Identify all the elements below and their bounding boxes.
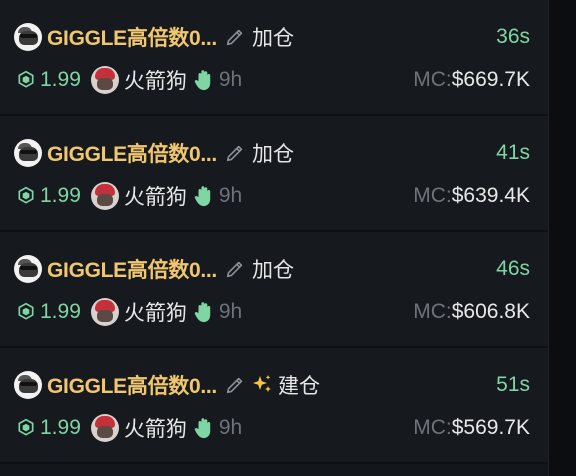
trader-name[interactable]: 火箭狗 <box>124 181 187 211</box>
market-cap-value: $639.4K <box>451 184 530 207</box>
trade-card[interactable]: GIGGLE高倍数0... 加仓 41s 1.99 火箭狗 9h MC:$639… <box>0 116 548 232</box>
rocket-dog-avatar-icon[interactable] <box>90 66 119 94</box>
trader-name[interactable]: 火箭狗 <box>124 297 187 327</box>
trader-age: 9h <box>218 68 243 91</box>
waving-hand-icon <box>194 70 211 91</box>
bnb-cube-icon <box>18 302 34 320</box>
trade-card-header: GIGGLE高倍数0... 加仓 46s <box>14 254 530 284</box>
rocket-dog-avatar-icon[interactable] <box>90 182 119 210</box>
dog-avatar-icon[interactable] <box>14 371 42 399</box>
trade-card-header: GIGGLE高倍数0... 建仓 51s <box>14 370 530 400</box>
trade-time: 41s <box>496 141 530 164</box>
trade-card-details: 1.99 火箭狗 9h MC:$569.7K <box>14 413 530 443</box>
trade-amount: 1.99 <box>40 68 81 91</box>
scrollbar-divider <box>548 0 549 476</box>
market-cap-value: $606.8K <box>451 300 530 323</box>
dog-avatar-icon[interactable] <box>14 255 42 283</box>
trade-action-label: 加仓 <box>251 143 294 166</box>
trade-feed-panel: GIGGLE高倍数0... 加仓 36s 1.99 火箭狗 9h MC:$669… <box>0 0 576 476</box>
trade-time: 46s <box>496 257 530 280</box>
market-cap-value: $669.7K <box>451 68 530 91</box>
token-name[interactable]: GIGGLE高倍数0... <box>47 22 217 52</box>
trade-card-details: 1.99 火箭狗 9h MC:$606.8K <box>14 297 530 327</box>
trade-card[interactable]: GIGGLE高倍数0... 加仓 36s 1.99 火箭狗 9h MC:$669… <box>0 0 548 116</box>
token-name[interactable]: GIGGLE高倍数0... <box>47 254 217 284</box>
market-cap-label: MC: <box>413 68 452 91</box>
token-name[interactable]: GIGGLE高倍数0... <box>47 370 217 400</box>
trade-feed-list: GIGGLE高倍数0... 加仓 36s 1.99 火箭狗 9h MC:$669… <box>0 0 548 476</box>
market-cap-label: MC: <box>413 416 452 439</box>
trade-action-label: 建仓 <box>277 375 320 398</box>
trade-action-label: 加仓 <box>251 259 294 282</box>
waving-hand-icon <box>194 186 211 207</box>
market-cap-value: $569.7K <box>451 416 530 439</box>
bnb-cube-icon <box>18 70 34 88</box>
pencil-icon[interactable] <box>224 374 246 396</box>
trade-card-header: GIGGLE高倍数0... 加仓 41s <box>14 138 530 168</box>
rocket-dog-avatar-icon[interactable] <box>90 298 119 326</box>
trade-time: 36s <box>496 25 530 48</box>
market-cap-label: MC: <box>413 184 452 207</box>
market-cap: MC:$639.4K <box>413 184 530 208</box>
dog-avatar-icon[interactable] <box>14 139 42 167</box>
pencil-icon[interactable] <box>224 26 246 48</box>
bnb-cube-icon <box>18 418 34 436</box>
trader-age: 9h <box>218 184 243 207</box>
market-cap: MC:$669.7K <box>413 68 530 92</box>
trader-name[interactable]: 火箭狗 <box>124 65 187 95</box>
trade-time: 51s <box>496 373 530 396</box>
waving-hand-icon <box>194 418 211 439</box>
market-cap: MC:$569.7K <box>413 416 530 440</box>
sparkle-icon <box>252 375 271 392</box>
market-cap-label: MC: <box>413 300 452 323</box>
bnb-cube-icon <box>18 186 34 204</box>
trade-amount: 1.99 <box>40 416 81 439</box>
trade-action-label: 加仓 <box>251 27 294 50</box>
token-name[interactable]: GIGGLE高倍数0... <box>47 138 217 168</box>
trader-name[interactable]: 火箭狗 <box>124 413 187 443</box>
rocket-dog-avatar-icon[interactable] <box>90 414 119 442</box>
pencil-icon[interactable] <box>224 258 246 280</box>
trade-amount: 1.99 <box>40 184 81 207</box>
trade-card-details: 1.99 火箭狗 9h MC:$639.4K <box>14 181 530 211</box>
trade-card[interactable]: GIGGLE高倍数0... 加仓 46s 1.99 火箭狗 9h MC:$606… <box>0 232 548 348</box>
dog-avatar-icon[interactable] <box>14 23 42 51</box>
trade-card[interactable]: GIGGLE高倍数0... 建仓 51s 1.99 火箭狗 9h MC:$569… <box>0 348 548 464</box>
scrollbar[interactable] <box>548 0 576 476</box>
trader-age: 9h <box>218 416 243 439</box>
market-cap: MC:$606.8K <box>413 300 530 324</box>
waving-hand-icon <box>194 302 211 323</box>
pencil-icon[interactable] <box>224 142 246 164</box>
trade-card-details: 1.99 火箭狗 9h MC:$669.7K <box>14 65 530 95</box>
trade-card-header: GIGGLE高倍数0... 加仓 36s <box>14 22 530 52</box>
trade-amount: 1.99 <box>40 300 81 323</box>
trader-age: 9h <box>218 300 243 323</box>
